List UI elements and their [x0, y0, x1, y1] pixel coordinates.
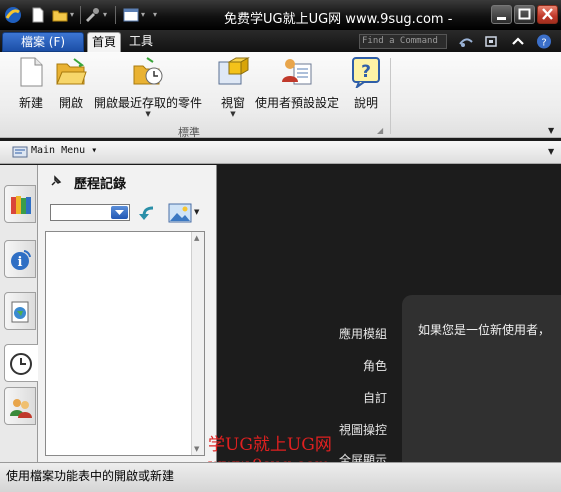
history-list[interactable]: ▲ ▼ [45, 231, 205, 456]
window-cube-icon [218, 57, 250, 85]
history-navigator: 歷程記錄 ▼ ▲ ▼ [38, 165, 217, 462]
qat-separator [80, 6, 81, 24]
history-clock-icon [10, 353, 32, 375]
ribbon-panel: 新建 開啟 開啟最近存取的零件 ▼ 視窗 ▼ 使用者預設設定 ? 說明 標準 ◢… [0, 52, 561, 139]
close-button[interactable] [537, 5, 558, 24]
help-button-label: 說明 [353, 96, 378, 110]
ribbon-options-dropdown-icon[interactable]: ▼ [548, 126, 554, 135]
topic-roles[interactable]: 角色 [217, 357, 387, 374]
qat-customize-icon[interactable]: ▾ [153, 10, 169, 26]
find-command-input[interactable]: Find a Command [359, 34, 447, 49]
roles-icon [10, 399, 32, 418]
open-button-label: 開啟 [58, 96, 83, 110]
topic-applications[interactable]: 應用模組 [217, 325, 387, 342]
history-title: 歷程記錄 [74, 177, 127, 192]
window-button-label: 視窗 [220, 96, 245, 110]
tools-icon[interactable] [84, 7, 100, 23]
new-button[interactable]: 新建 [14, 56, 48, 111]
history-tab[interactable] [4, 344, 38, 382]
selection-icon[interactable] [458, 34, 474, 49]
help-icon: ? [352, 57, 380, 88]
ribbon-tab-row: 檔案 (F) 首頁 工具 Find a Command ? [0, 30, 561, 52]
maximize-icon [518, 8, 531, 20]
topic-customize[interactable]: 自訂 [217, 389, 387, 406]
user-defaults-label: 使用者預設設定 [255, 96, 340, 110]
maximize-button[interactable] [514, 5, 535, 24]
new-button-label: 新建 [18, 96, 43, 110]
window-title: 免费学UG就上UG网 www.9sug.com - [224, 12, 453, 27]
assembly-navigator-icon [11, 196, 31, 214]
roles-tab[interactable] [4, 387, 36, 425]
web-browser-icon [11, 301, 29, 323]
user-defaults-button[interactable]: 使用者預設設定 [255, 56, 339, 111]
watermark-line-1: 学UG就上UG网 [208, 435, 332, 455]
welcome-text: 如果您是一位新使用者， [418, 323, 551, 337]
file-tab[interactable]: 檔案 (F) [2, 32, 84, 52]
resource-bar: i [0, 165, 38, 462]
minimize-button[interactable] [491, 5, 512, 24]
chevron-down-icon[interactable] [111, 206, 128, 219]
open-folder-icon [56, 58, 87, 85]
main-menu-label: Main Menu [31, 145, 86, 156]
title-bar: ▾ ▾ ▾ ▾ 免费学UG就上UG网 www.9sug.com - [0, 0, 561, 30]
main-menu-button[interactable]: Main Menu ▾ [31, 145, 97, 156]
main-menu-bar: Main Menu ▾ ▼ [0, 141, 561, 164]
history-filter-select[interactable] [50, 204, 130, 221]
main-menu-icon[interactable] [12, 144, 28, 160]
new-icon[interactable] [30, 7, 46, 23]
svg-text:?: ? [541, 38, 546, 49]
nx-app-icon[interactable] [4, 6, 22, 24]
qat-separator-2 [115, 6, 116, 24]
recent-parts-icon [133, 57, 163, 85]
history-scrollbar[interactable]: ▲ ▼ [191, 232, 204, 455]
scroll-down-icon[interactable]: ▼ [194, 445, 199, 453]
open-recent-parts-button[interactable]: 開啟最近存取的零件 ▼ [94, 56, 203, 118]
user-defaults-icon [282, 59, 312, 85]
assembly-navigator-tab[interactable] [4, 185, 36, 223]
open-recent-parts-label: 開啟最近存取的零件 [94, 96, 203, 110]
ribbon-group-separator [390, 58, 391, 134]
info-tab[interactable]: i [4, 240, 36, 278]
new-file-icon [20, 57, 43, 87]
window-button[interactable]: 視窗 ▼ [216, 56, 250, 118]
group-launcher-icon[interactable]: ◢ [377, 126, 383, 135]
close-icon [542, 8, 553, 20]
tab-tools[interactable]: 工具 [124, 32, 158, 52]
tab-home[interactable]: 首頁 [87, 32, 121, 52]
pin-icon[interactable] [50, 175, 62, 187]
fullscreen-icon[interactable] [483, 34, 499, 49]
thumbnail-dropdown-icon[interactable]: ▼ [194, 208, 199, 216]
svg-text:?: ? [361, 62, 371, 82]
web-browser-tab[interactable] [4, 292, 36, 330]
info-icon: i [11, 250, 31, 270]
collapse-ribbon-icon[interactable] [510, 34, 526, 49]
scroll-up-icon[interactable]: ▲ [194, 234, 199, 242]
tools-dropdown-icon[interactable]: ▾ [103, 10, 119, 26]
thumbnail-view-icon[interactable] [168, 203, 192, 223]
svg-text:i: i [18, 255, 23, 270]
window-icon[interactable] [123, 7, 139, 23]
open-icon[interactable] [52, 7, 68, 23]
status-bar: 使用檔案功能表中的開啟或新建 [0, 462, 561, 492]
ribbon-group-label: 標準 [178, 126, 200, 139]
back-arrow-icon[interactable] [136, 204, 158, 222]
open-button[interactable]: 開啟 [54, 56, 88, 111]
toolbar-options-dropdown-icon[interactable]: ▼ [548, 147, 554, 156]
window-dropdown-icon-ribbon[interactable]: ▼ [216, 111, 250, 118]
open-recent-dropdown-icon[interactable]: ▼ [94, 111, 202, 118]
status-text: 使用檔案功能表中的開啟或新建 [6, 469, 175, 483]
minimize-icon [497, 17, 506, 20]
help-circle-icon[interactable]: ? [536, 34, 552, 49]
help-button[interactable]: ? 說明 [349, 56, 383, 111]
